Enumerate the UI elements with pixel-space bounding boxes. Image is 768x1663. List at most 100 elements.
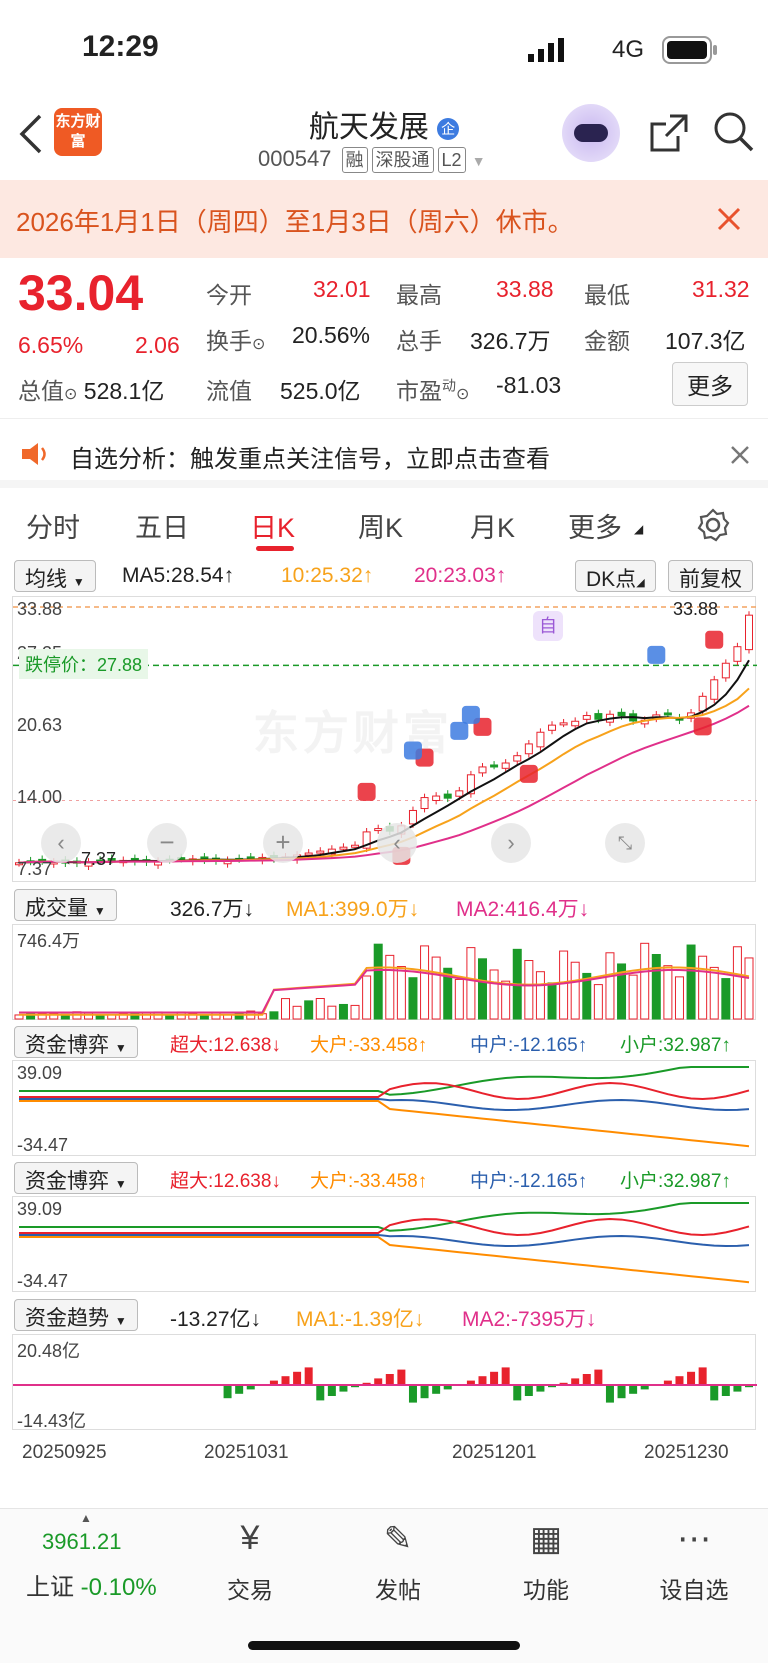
share-icon[interactable]: [648, 112, 690, 154]
search-icon[interactable]: [712, 110, 756, 154]
index-value[interactable]: 3961.21: [42, 1529, 122, 1555]
trend-bar: [235, 1385, 243, 1394]
ma-selector[interactable]: 均线 ▼: [14, 560, 96, 592]
open-value: 32.01: [313, 276, 371, 303]
trend-bar: [618, 1385, 626, 1398]
index-name: 上证: [26, 1574, 74, 1601]
trend-row: 资金趋势 ▼ -13.27亿↓ MA1:-1.39亿↓ MA2:-7395万↓: [0, 1297, 768, 1333]
trend-bar: [478, 1376, 486, 1385]
pe-label-text: 市盈: [396, 378, 442, 404]
candle-body: [734, 647, 741, 662]
dk-button[interactable]: DK点◢: [575, 560, 656, 592]
y-label: 14.00: [17, 787, 62, 808]
fund-svg-1: [13, 1061, 757, 1157]
candle-body: [433, 796, 440, 800]
tab-weekly[interactable]: 周K: [358, 506, 403, 545]
amount-value: 107.3亿: [665, 322, 746, 356]
volume-bar: [386, 955, 394, 1019]
index-line[interactable]: 上证 -0.10%: [26, 1567, 157, 1602]
candle-body: [699, 696, 706, 711]
volume-bar: [270, 1012, 278, 1019]
zoom-in-button[interactable]: +: [263, 823, 303, 863]
fund-selector-1[interactable]: 资金博弈 ▼: [14, 1026, 138, 1058]
dk-button-label: DK点: [586, 568, 636, 591]
info-icon[interactable]: ⊙: [64, 386, 77, 403]
fund-selector-2[interactable]: 资金博弈 ▼: [14, 1162, 138, 1194]
tab-more[interactable]: 更多: [568, 506, 622, 545]
limit-price-label: 跌停价：27.88: [19, 649, 148, 679]
fund-selector-label: 资金博弈: [25, 1170, 109, 1193]
zoom-out-button[interactable]: −: [147, 823, 187, 863]
tab-monthly[interactable]: 月K: [470, 506, 515, 545]
fund-mid: 中户:-12.165↑: [470, 1166, 587, 1193]
candle-body: [711, 680, 718, 699]
scroll-prev-button[interactable]: ‹: [377, 823, 417, 863]
status-time: 12:29: [82, 30, 159, 64]
trend-bar: [432, 1385, 440, 1394]
volume-bar: [571, 962, 579, 1019]
nav-trade[interactable]: 交易: [200, 1571, 300, 1605]
fullscreen-icon[interactable]: ⤡: [605, 823, 645, 863]
self-marker[interactable]: 自: [533, 611, 563, 641]
fund-top-label: 39.09: [17, 1199, 62, 1220]
tab-intraday[interactable]: 分时: [26, 506, 80, 545]
info-icon[interactable]: ⊙: [252, 336, 265, 353]
chevron-down-icon: ▼: [115, 1041, 127, 1055]
volume-selector[interactable]: 成交量 ▼: [14, 889, 117, 921]
float-value: 525.0亿: [280, 372, 361, 406]
quote-panel: 33.04 6.65% 2.06 总值⊙ 528.1亿 今开 32.01 最高 …: [0, 262, 768, 412]
float-label: 流值: [206, 372, 252, 406]
date-axis: 20250925 20251031 20251201 20251230: [0, 1442, 768, 1472]
chevron-down-icon: ▼: [115, 1177, 127, 1191]
adjust-button[interactable]: 前复权: [668, 560, 753, 592]
index-change: -0.10%: [81, 1574, 157, 1601]
trade-marker: [705, 631, 723, 649]
speaker-icon: [20, 441, 50, 467]
ma10-readout: 10:25.32↑: [281, 564, 373, 588]
fund-chart-1: 39.09 -34.47: [12, 1060, 756, 1156]
volume-bar: [629, 975, 637, 1019]
trade-icon[interactable]: ¥: [200, 1519, 300, 1558]
candle-body: [722, 663, 729, 678]
trend-bar: [293, 1372, 301, 1385]
candle-body: [305, 853, 312, 855]
mktcap-label-text: 总值: [18, 378, 64, 404]
fund-super: 超大:12.638↓: [170, 1166, 281, 1193]
fund-row-1: 资金博弈 ▼ 超大:12.638↓ 大户:-33.458↑ 中户:-12.165…: [0, 1024, 768, 1060]
trend-bar: [710, 1385, 718, 1400]
post-icon[interactable]: ✎: [348, 1519, 448, 1559]
more-button[interactable]: 更多: [672, 362, 748, 406]
scroll-next-button[interactable]: ›: [491, 823, 531, 863]
trend-bar: [629, 1385, 637, 1394]
trend-ma2: MA2:-7395万↓: [462, 1303, 596, 1333]
nav-add-watchlist[interactable]: 设自选: [644, 1571, 744, 1605]
trend-bar: [386, 1374, 394, 1385]
close-icon[interactable]: [716, 206, 742, 232]
volume-bar: [467, 948, 475, 1019]
candle-body: [444, 794, 451, 798]
trend-selector[interactable]: 资金趋势 ▼: [14, 1299, 138, 1331]
high-value: 33.88: [496, 276, 554, 303]
close-icon[interactable]: [730, 445, 750, 465]
mktcap-label: 总值⊙ 528.1亿: [18, 372, 164, 406]
apps-icon[interactable]: ▦: [496, 1519, 596, 1559]
nav-functions[interactable]: 功能: [496, 1571, 596, 1605]
gear-icon[interactable]: [696, 508, 730, 542]
nav-post[interactable]: 发帖: [348, 1571, 448, 1605]
high-marker: 33.88: [673, 599, 718, 620]
volume-bar: [200, 1015, 208, 1019]
tab-daily[interactable]: 日K: [250, 506, 295, 545]
more-dots-icon[interactable]: ⋯: [644, 1519, 744, 1559]
info-icon[interactable]: ⊙: [456, 386, 469, 403]
scroll-left-button[interactable]: ‹: [41, 823, 81, 863]
analysis-banner[interactable]: 自选分析：触发重点关注信号，立即点击查看: [0, 418, 768, 488]
y-label: 33.88: [17, 599, 62, 620]
dropdown-icon[interactable]: ▼: [472, 153, 486, 169]
tab-five-day[interactable]: 五日: [135, 506, 189, 545]
assistant-avatar[interactable]: [562, 104, 620, 162]
trade-marker: [462, 706, 480, 724]
status-bar: 12:29 4G: [0, 0, 768, 100]
kline-chart[interactable]: 东方财富 33.88 27.25 20.63 14.00 7.37 跌停价：27…: [12, 596, 756, 882]
fund-svg-2: [13, 1197, 757, 1293]
candle-body: [317, 851, 324, 853]
